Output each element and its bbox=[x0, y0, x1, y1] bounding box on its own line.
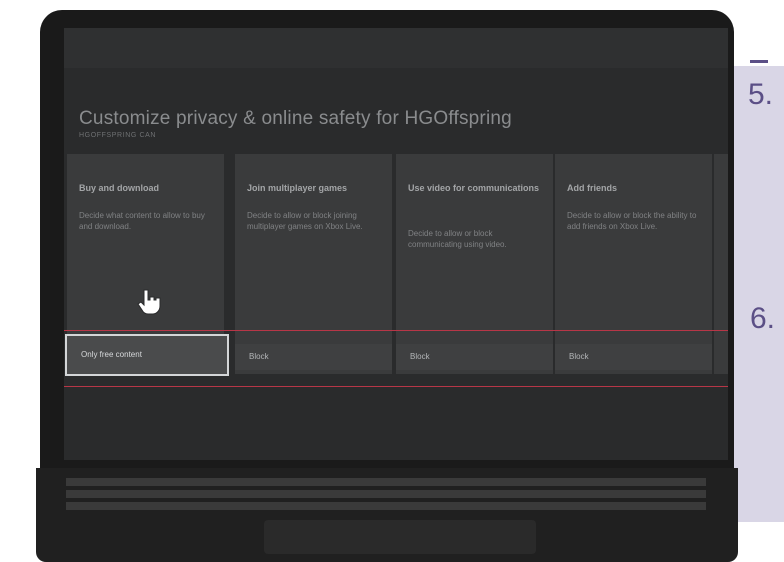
card-title: Add friends bbox=[567, 183, 618, 193]
card-title: Buy and download bbox=[79, 183, 159, 193]
setting-card-add-friends[interactable]: Add friends Decide to allow or block the… bbox=[555, 154, 712, 374]
card-option-block[interactable]: Block bbox=[235, 344, 392, 370]
card-option-label: Block bbox=[569, 352, 589, 361]
card-option-only-free-content[interactable]: Only free content bbox=[65, 334, 229, 376]
step-number-6: 6. bbox=[750, 302, 776, 335]
focus-line-bottom bbox=[64, 386, 728, 387]
focus-line-top bbox=[64, 330, 728, 331]
page-title: Customize privacy & online safety for HG… bbox=[79, 108, 512, 129]
card-description: Decide to allow or block communicating u… bbox=[408, 229, 507, 249]
step-number-5: 5. bbox=[748, 78, 774, 111]
laptop-screen: Customize privacy & online safety for HG… bbox=[64, 28, 728, 460]
card-option-label: Block bbox=[249, 352, 269, 361]
page-subtitle: HGOFFSPRING CAN bbox=[79, 132, 157, 139]
card-option-label: Only free content bbox=[81, 350, 142, 359]
setting-card-multiplayer[interactable]: Join multiplayer games Decide to allow o… bbox=[235, 154, 392, 374]
setting-card-video[interactable]: Use video for communications Decide to a… bbox=[396, 154, 553, 374]
card-title: Use video for communications bbox=[408, 183, 540, 193]
card-title: Join multiplayer games bbox=[247, 183, 348, 193]
key-row bbox=[66, 502, 706, 510]
key-row bbox=[66, 490, 706, 498]
screen-header-band bbox=[64, 28, 728, 68]
touchpad bbox=[264, 520, 536, 554]
card-option-label: Block bbox=[410, 352, 430, 361]
panel-accent-bar bbox=[750, 60, 768, 63]
card-option-block[interactable]: Block bbox=[396, 344, 553, 370]
setting-card-buy-download[interactable]: Buy and download Decide what content to … bbox=[65, 154, 229, 376]
card-option-block[interactable]: Block bbox=[555, 344, 712, 370]
setting-card-partial bbox=[714, 154, 728, 374]
card-description: Decide to allow or block joining multipl… bbox=[247, 211, 363, 231]
card-description: Decide to allow or block the ability to … bbox=[567, 211, 697, 231]
key-row bbox=[66, 478, 706, 486]
hand-pointer-icon bbox=[137, 289, 161, 315]
card-description: Decide what content to allow to buy and … bbox=[79, 211, 205, 231]
